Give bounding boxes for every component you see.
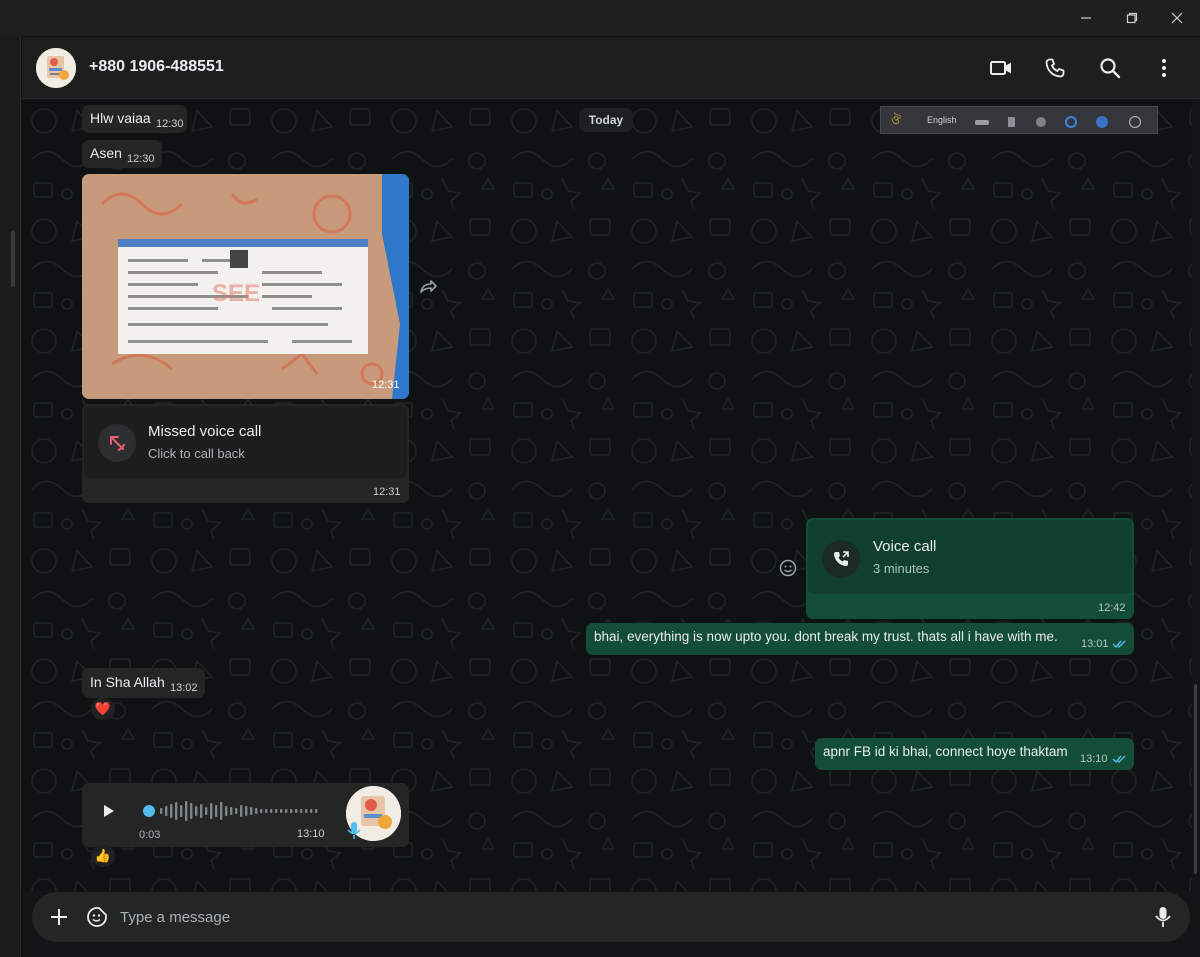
message-time: 13:10 [297, 828, 325, 840]
waveform-bar [245, 806, 248, 816]
photo-time: 12:31 [372, 379, 400, 391]
message-time: 12:30 [127, 153, 155, 165]
minimize-icon[interactable] [1063, 0, 1109, 36]
window-titlebar [0, 0, 1200, 36]
language-toolbar[interactable]: ঔ English [880, 106, 1158, 134]
chat-scrollbar[interactable] [1192, 99, 1200, 891]
waveform-bar [165, 806, 168, 816]
message-time: 13:10 [1080, 753, 1108, 765]
message-text: apnr FB id ki bhai, connect hoye thaktam [823, 744, 1068, 759]
waveform-bar [250, 807, 253, 815]
voice-call-duration: 3 minutes [873, 561, 930, 576]
incoming-message[interactable]: Hlw vaiaa 12:30 [82, 105, 187, 133]
read-receipt-icon [1112, 640, 1126, 649]
waveform-bar [185, 801, 188, 821]
waveform-bar [285, 809, 288, 813]
emoji-react-icon[interactable] [778, 558, 798, 578]
restore-icon[interactable] [1109, 0, 1155, 36]
chat-header: +880 1906-488551 [22, 37, 1200, 99]
day-divider: Today [579, 108, 633, 132]
video-call-icon[interactable] [988, 55, 1014, 81]
waveform-bar [230, 807, 233, 815]
missed-call-title: Missed voice call [148, 423, 262, 440]
toolbar-icons[interactable] [975, 116, 1147, 128]
side-scrollbar[interactable] [11, 231, 15, 287]
read-receipt-icon [1112, 755, 1126, 764]
incoming-message[interactable]: Asen 12:30 [82, 140, 162, 168]
waveform-bar [220, 802, 223, 820]
waveform-bar [210, 803, 213, 819]
waveform-bar [235, 808, 238, 814]
message-time: 13:02 [170, 682, 198, 694]
waveform-bar [265, 809, 268, 813]
ime-icon[interactable]: ঔ [891, 112, 901, 132]
message-input-box[interactable] [32, 892, 1190, 942]
message-time: 12:31 [373, 486, 401, 498]
waveform-bar [300, 809, 303, 813]
menu-icon[interactable] [1151, 55, 1177, 81]
composer-bar [22, 891, 1200, 957]
waveform-bar [195, 806, 198, 816]
outgoing-call-icon [822, 540, 860, 578]
waveform-bar [190, 803, 193, 819]
search-icon[interactable] [1097, 55, 1123, 81]
waveform-bar [180, 805, 183, 817]
message-time: 13:01 [1081, 638, 1109, 650]
forward-icon[interactable] [418, 278, 438, 296]
incoming-message[interactable]: In Sha Allah 13:02 [82, 668, 205, 698]
outgoing-message[interactable]: bhai, everything is now upto you. dont b… [586, 623, 1134, 655]
voice-call-card[interactable]: Voice call 3 minutes 12:42 [806, 518, 1134, 619]
contact-name[interactable]: +880 1906-488551 [89, 58, 224, 76]
message-text: bhai, everything is now upto you. dont b… [594, 629, 1058, 644]
mic-icon [346, 820, 362, 840]
message-text: Hlw vaiaa [90, 110, 151, 126]
avatar[interactable] [36, 48, 76, 88]
waveform-bar [160, 808, 163, 814]
waveform-bar [305, 809, 308, 813]
waveform-bar [280, 809, 283, 813]
message-input[interactable] [120, 905, 1120, 929]
thumbs-up-reaction[interactable]: 👍 [91, 845, 115, 867]
heart-reaction[interactable]: ❤️ [91, 698, 115, 720]
missed-call-icon [98, 424, 136, 462]
waveform-bar [215, 805, 218, 817]
message-time: 12:30 [156, 118, 184, 130]
waveform[interactable] [142, 798, 322, 824]
message-time: 12:42 [1098, 602, 1126, 614]
waveform-bar [240, 805, 243, 817]
voice-duration: 0:03 [139, 829, 161, 841]
waveform-bar [315, 809, 318, 813]
attach-plus-icon[interactable] [48, 906, 70, 928]
play-icon[interactable] [98, 801, 118, 821]
voice-note-message[interactable]: 0:03 13:10 [82, 783, 409, 847]
image-message[interactable]: SEE 12:31 [82, 174, 409, 399]
waveform-bar [205, 807, 208, 815]
call-back-link[interactable]: Click to call back [148, 446, 245, 461]
waveform-bar [255, 808, 258, 814]
close-icon[interactable] [1154, 0, 1200, 36]
waveform-bar [290, 809, 293, 813]
parcel-photo[interactable]: SEE [82, 174, 409, 399]
waveform-bar [175, 802, 178, 820]
waveform-bar [170, 804, 173, 818]
language-label[interactable]: English [927, 115, 957, 125]
chat-scrollbar-thumb[interactable] [1194, 684, 1197, 874]
message-text: Asen [90, 145, 122, 161]
sticker-icon[interactable] [86, 906, 108, 928]
waveform-bar [200, 804, 203, 818]
waveform-bar [225, 806, 228, 816]
message-text: In Sha Allah [90, 674, 165, 690]
waveform-bar [275, 809, 278, 813]
outgoing-message[interactable]: apnr FB id ki bhai, connect hoye thaktam… [815, 738, 1134, 770]
phone-icon[interactable] [1042, 55, 1068, 81]
waveform-bar [310, 809, 313, 813]
side-panel-edge [0, 36, 21, 957]
waveform-bar [260, 809, 263, 813]
svg-text:SEE: SEE [212, 280, 260, 307]
missed-call-card[interactable]: Missed voice call Click to call back 12:… [82, 404, 409, 503]
mic-icon[interactable] [1153, 905, 1173, 929]
waveform-bar [295, 809, 298, 813]
waveform-bar [270, 809, 273, 813]
voice-call-title: Voice call [873, 538, 937, 555]
